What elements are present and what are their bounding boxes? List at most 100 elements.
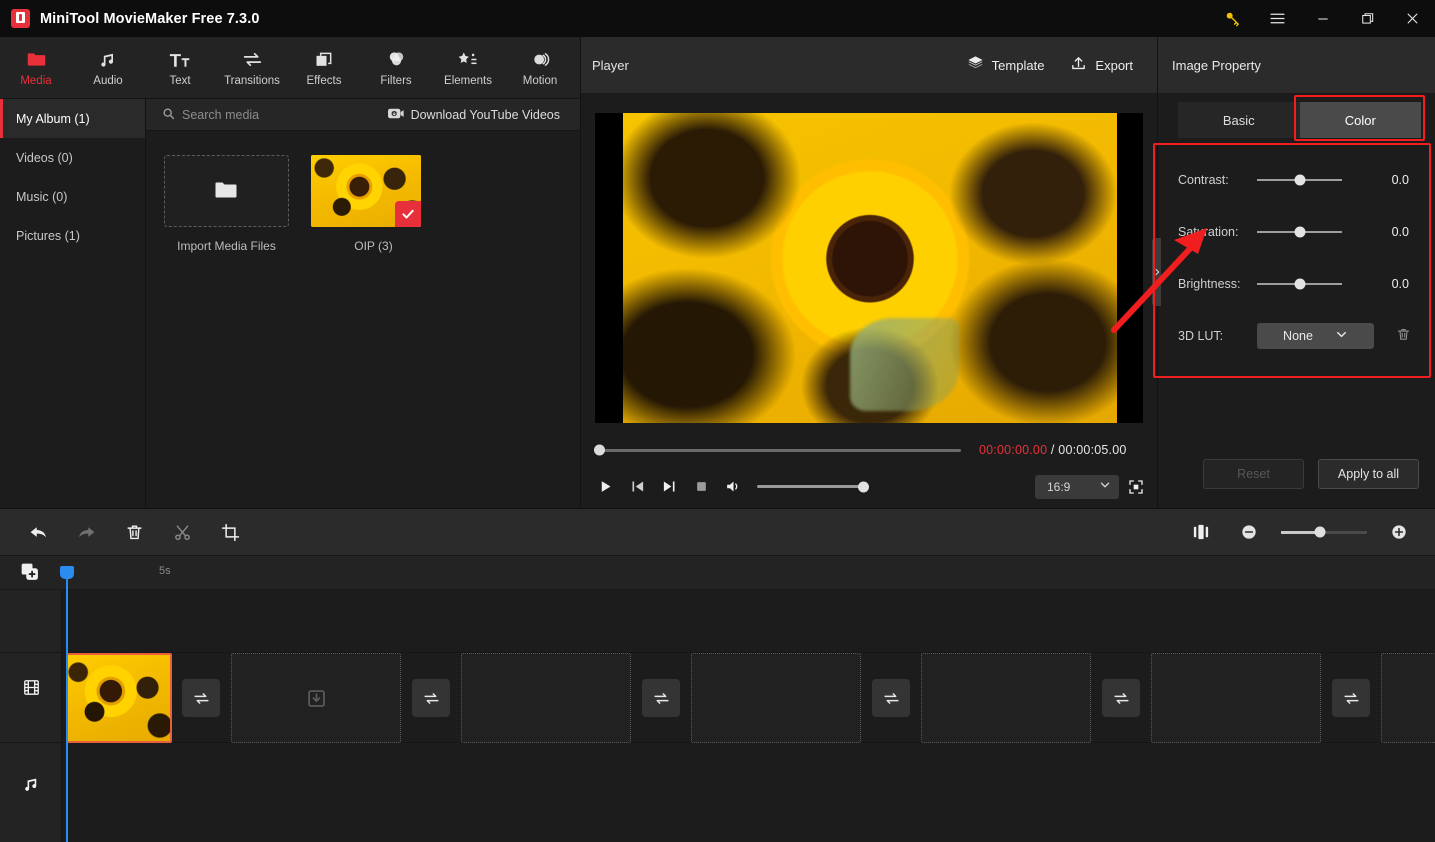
tab-color[interactable]: Color: [1299, 102, 1421, 138]
transition-button[interactable]: [872, 679, 910, 717]
time-display: 00:00:00.00 / 00:00:05.00: [979, 443, 1127, 457]
saturation-slider[interactable]: [1257, 226, 1342, 238]
import-media-dropzone[interactable]: [164, 155, 289, 227]
lut-select[interactable]: None: [1257, 323, 1374, 349]
film-strip-icon: [23, 680, 39, 695]
lut-label: 3D LUT:: [1178, 329, 1224, 343]
empty-clip-slot[interactable]: [921, 653, 1091, 743]
volume-slider[interactable]: [757, 481, 869, 492]
transition-button[interactable]: [412, 679, 450, 717]
maximize-icon[interactable]: [1345, 0, 1390, 37]
slider-handle[interactable]: [1294, 174, 1305, 186]
transition-button[interactable]: [1332, 679, 1370, 717]
zoom-slider-handle[interactable]: [1314, 526, 1326, 538]
fit-timeline-button[interactable]: [1177, 508, 1225, 556]
toolbar-tab-motion[interactable]: Motion: [504, 37, 576, 99]
zoom-in-button[interactable]: [1375, 508, 1423, 556]
media-item[interactable]: OIP (3): [311, 155, 421, 253]
template-label: Template: [991, 57, 1045, 73]
sidebar-item-pictures[interactable]: Pictures (1): [0, 216, 145, 255]
ruler-tick: 5s: [159, 565, 171, 577]
empty-clip-slot[interactable]: [461, 653, 631, 743]
import-media-tile[interactable]: Import Media Files: [164, 155, 289, 253]
tab-basic[interactable]: Basic: [1178, 102, 1300, 138]
toolbar-tab-transitions[interactable]: Transitions: [216, 37, 288, 99]
minimize-icon[interactable]: [1300, 0, 1345, 37]
toolbar-tab-media[interactable]: Media: [0, 37, 72, 99]
previous-frame-button[interactable]: [621, 472, 653, 502]
split-button[interactable]: [158, 508, 206, 556]
crop-button[interactable]: [206, 508, 254, 556]
sidebar-item-label: Music (0): [16, 189, 68, 204]
empty-clip-slot[interactable]: [231, 653, 401, 743]
media-thumbnail[interactable]: [311, 155, 421, 227]
reset-button[interactable]: Reset: [1203, 459, 1304, 489]
player-title: Player: [592, 57, 629, 73]
sidebar-item-videos[interactable]: Videos (0): [0, 138, 145, 177]
template-button[interactable]: Template: [967, 55, 1045, 75]
download-youtube-label: Download YouTube Videos: [410, 107, 560, 122]
add-media-icon[interactable]: [20, 562, 40, 585]
playhead-handle[interactable]: [60, 566, 74, 579]
toolbar-tab-text[interactable]: Text: [144, 37, 216, 99]
transition-button[interactable]: [182, 679, 220, 717]
toolbar-tab-audio[interactable]: Audio: [72, 37, 144, 99]
audio-track-icon[interactable]: [0, 775, 62, 794]
stop-button[interactable]: [685, 472, 717, 502]
brightness-slider[interactable]: [1257, 278, 1342, 290]
text-icon: [169, 49, 191, 71]
zoom-slider[interactable]: [1281, 526, 1367, 538]
search-box[interactable]: [162, 107, 352, 123]
undo-button[interactable]: [14, 508, 62, 556]
close-icon[interactable]: [1390, 0, 1435, 37]
toolbar-tab-elements[interactable]: Elements: [432, 37, 504, 99]
property-tabs: Basic Color: [1158, 94, 1435, 138]
contrast-slider[interactable]: [1257, 174, 1342, 186]
video-track-icon[interactable]: [0, 678, 62, 697]
app-logo-icon: [11, 9, 30, 28]
zoom-out-button[interactable]: [1225, 508, 1273, 556]
transition-button[interactable]: [1102, 679, 1140, 717]
transition-button[interactable]: [642, 679, 680, 717]
trash-icon: [1397, 328, 1410, 340]
fullscreen-button[interactable]: [1119, 472, 1153, 502]
lut-delete-button[interactable]: [1396, 327, 1411, 345]
empty-clip-slot[interactable]: [1381, 653, 1435, 743]
export-button[interactable]: Export: [1070, 55, 1133, 75]
search-input[interactable]: [182, 107, 352, 122]
sidebar-item-music[interactable]: Music (0): [0, 177, 145, 216]
saturation-label: Saturation:: [1178, 225, 1239, 239]
play-button[interactable]: [589, 472, 621, 502]
redo-button[interactable]: [62, 508, 110, 556]
empty-clip-slot[interactable]: [1151, 653, 1321, 743]
slider-handle[interactable]: [1294, 278, 1305, 290]
timeline-clip[interactable]: [66, 653, 172, 743]
scissors-icon: [174, 524, 190, 540]
seek-slider[interactable]: [594, 444, 961, 456]
window-controls: [1210, 0, 1435, 37]
search-icon: [162, 107, 175, 123]
saturation-value: 0.0: [1391, 225, 1409, 239]
key-icon[interactable]: [1210, 0, 1255, 37]
volume-icon: [726, 481, 737, 492]
volume-button[interactable]: [717, 472, 749, 502]
hamburger-menu-icon[interactable]: [1255, 0, 1300, 37]
timeline-playhead[interactable]: [60, 566, 74, 842]
download-youtube-button[interactable]: Download YouTube Videos: [387, 107, 560, 123]
delete-button[interactable]: [110, 508, 158, 556]
apply-to-all-button[interactable]: Apply to all: [1318, 459, 1419, 489]
aspect-ratio-select[interactable]: 16:9: [1035, 474, 1119, 499]
player-controls: 16:9: [581, 465, 1159, 508]
toolbar-tab-effects[interactable]: Effects: [288, 37, 360, 99]
seek-row: 00:00:00.00 / 00:00:05.00: [581, 435, 1159, 465]
volume-handle[interactable]: [858, 481, 869, 492]
next-frame-button[interactable]: [653, 472, 685, 502]
sidebar-item-my-album[interactable]: My Album (1): [0, 99, 145, 138]
seek-handle[interactable]: [594, 444, 605, 456]
slider-handle[interactable]: [1294, 226, 1305, 238]
toolbar-tab-filters[interactable]: Filters: [360, 37, 432, 99]
panel-collapse-handle[interactable]: [1152, 238, 1161, 306]
empty-clip-slot[interactable]: [691, 653, 861, 743]
saturation-row: Saturation: 0.0: [1158, 206, 1435, 258]
export-label: Export: [1095, 57, 1133, 73]
